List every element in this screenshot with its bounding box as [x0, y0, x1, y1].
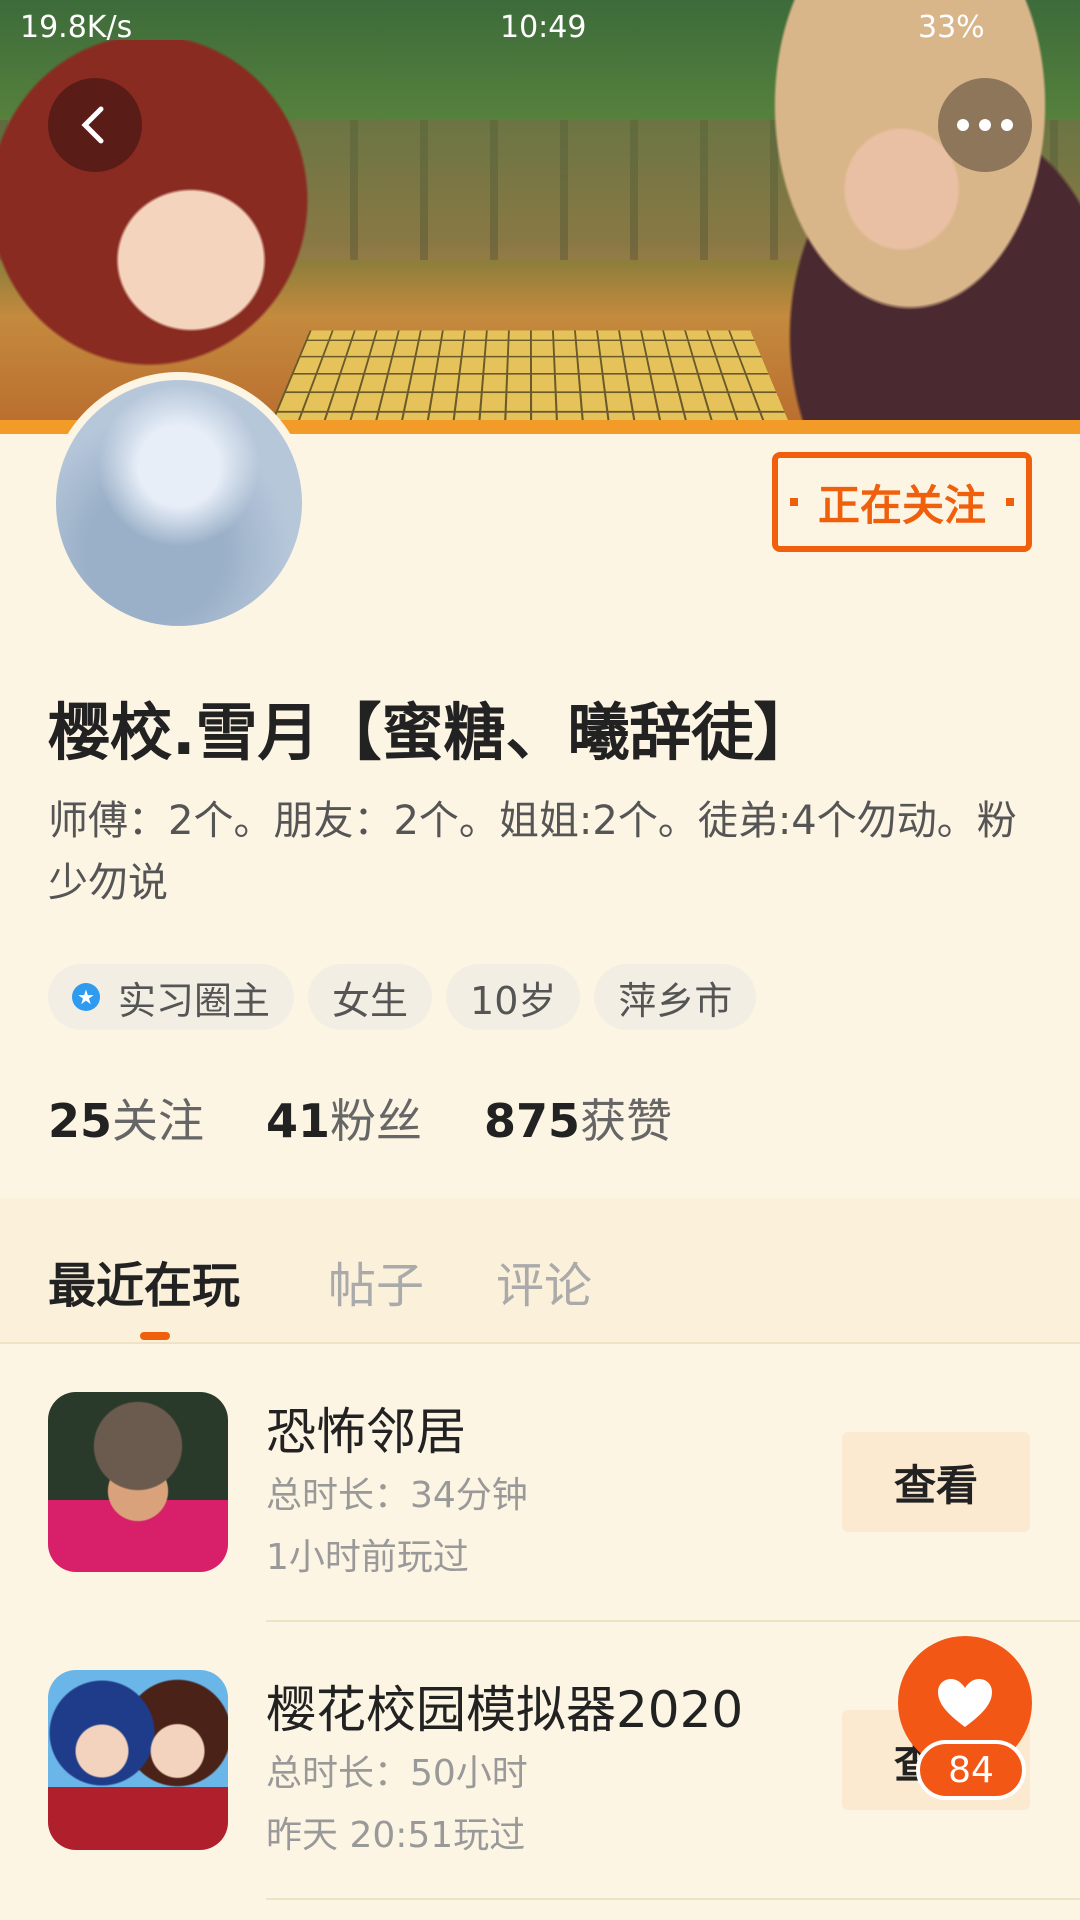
bio: 师傅：2个。朋友：2个。姐姐:2个。徒弟:4个勿动。粉少勿说 — [48, 798, 1017, 906]
stat-following[interactable]: 25关注 — [48, 1085, 204, 1151]
view-button[interactable]: 查看 — [842, 1432, 1030, 1532]
tag-gender: 女生 — [308, 964, 433, 1030]
game-icon — [48, 1392, 228, 1572]
last-played: 1小时前玩过 — [266, 1537, 469, 1578]
stat-label: 获赞 — [580, 1094, 673, 1148]
clock: 10:49 — [500, 10, 587, 45]
last-played: 昨天 20:51玩过 — [266, 1815, 526, 1856]
heart-icon — [938, 1679, 992, 1727]
stat-number: 25 — [48, 1094, 113, 1148]
tag-city: 萍乡市 — [594, 964, 757, 1030]
game-title: 恐怖邻居 — [266, 1403, 466, 1461]
stat-label: 关注 — [112, 1094, 205, 1148]
tab-comments[interactable]: 评论 — [496, 1246, 592, 1316]
like-count: 84 — [916, 1740, 1026, 1800]
stat-likes: 875获赞 — [484, 1085, 672, 1151]
game-title: 樱花校园模拟器2020 — [266, 1681, 744, 1739]
tab-bar: 最近在玩 帖子 评论 — [0, 1198, 1080, 1344]
battery-level: 33% — [918, 10, 985, 45]
avatar[interactable] — [56, 380, 302, 626]
verified-badge-icon: ★ — [72, 983, 100, 1011]
stat-number: 41 — [266, 1094, 331, 1148]
back-arrow-icon — [81, 106, 104, 144]
tag-age: 10岁 — [446, 964, 581, 1030]
tag-label: 10岁 — [470, 978, 557, 1023]
game-icon — [48, 1670, 228, 1850]
network-speed: 19.8K/s — [20, 10, 133, 45]
tag-label: 女生 — [332, 978, 409, 1023]
stat-label: 粉丝 — [330, 1094, 423, 1148]
banner-character-right — [700, 0, 1080, 420]
profile-tags: ★ 实习圈主 女生 10岁 萍乡市 — [48, 964, 757, 1030]
tag-role[interactable]: ★ 实习圈主 — [48, 964, 295, 1030]
username: 樱校.雪月【蜜糖、曦辞徒】 — [48, 696, 816, 769]
profile-stats: 25关注 41粉丝 875获赞 — [48, 1085, 672, 1151]
tab-posts[interactable]: 帖子 — [328, 1246, 424, 1316]
divider — [266, 1898, 1080, 1900]
stat-followers[interactable]: 41粉丝 — [266, 1085, 422, 1151]
more-button[interactable] — [938, 78, 1032, 172]
status-bar: 19.8K/s 10:49 33% — [0, 0, 1080, 56]
more-dots-icon — [957, 119, 1013, 131]
play-duration: 总时长：50小时 — [266, 1753, 528, 1794]
back-button[interactable] — [48, 78, 142, 172]
tag-label: 萍乡市 — [618, 978, 733, 1023]
tab-recently-played[interactable]: 最近在玩 — [48, 1246, 240, 1316]
tab-indicator — [140, 1332, 170, 1340]
following-button[interactable]: 正在关注 — [772, 452, 1032, 552]
divider — [266, 1620, 1080, 1622]
play-duration: 总时长：34分钟 — [266, 1475, 528, 1516]
list-item[interactable]: 恐怖邻居 总时长：34分钟 1小时前玩过 查看 — [0, 1362, 1080, 1640]
tag-label: 实习圈主 — [118, 978, 271, 1023]
stat-number: 875 — [484, 1094, 581, 1148]
